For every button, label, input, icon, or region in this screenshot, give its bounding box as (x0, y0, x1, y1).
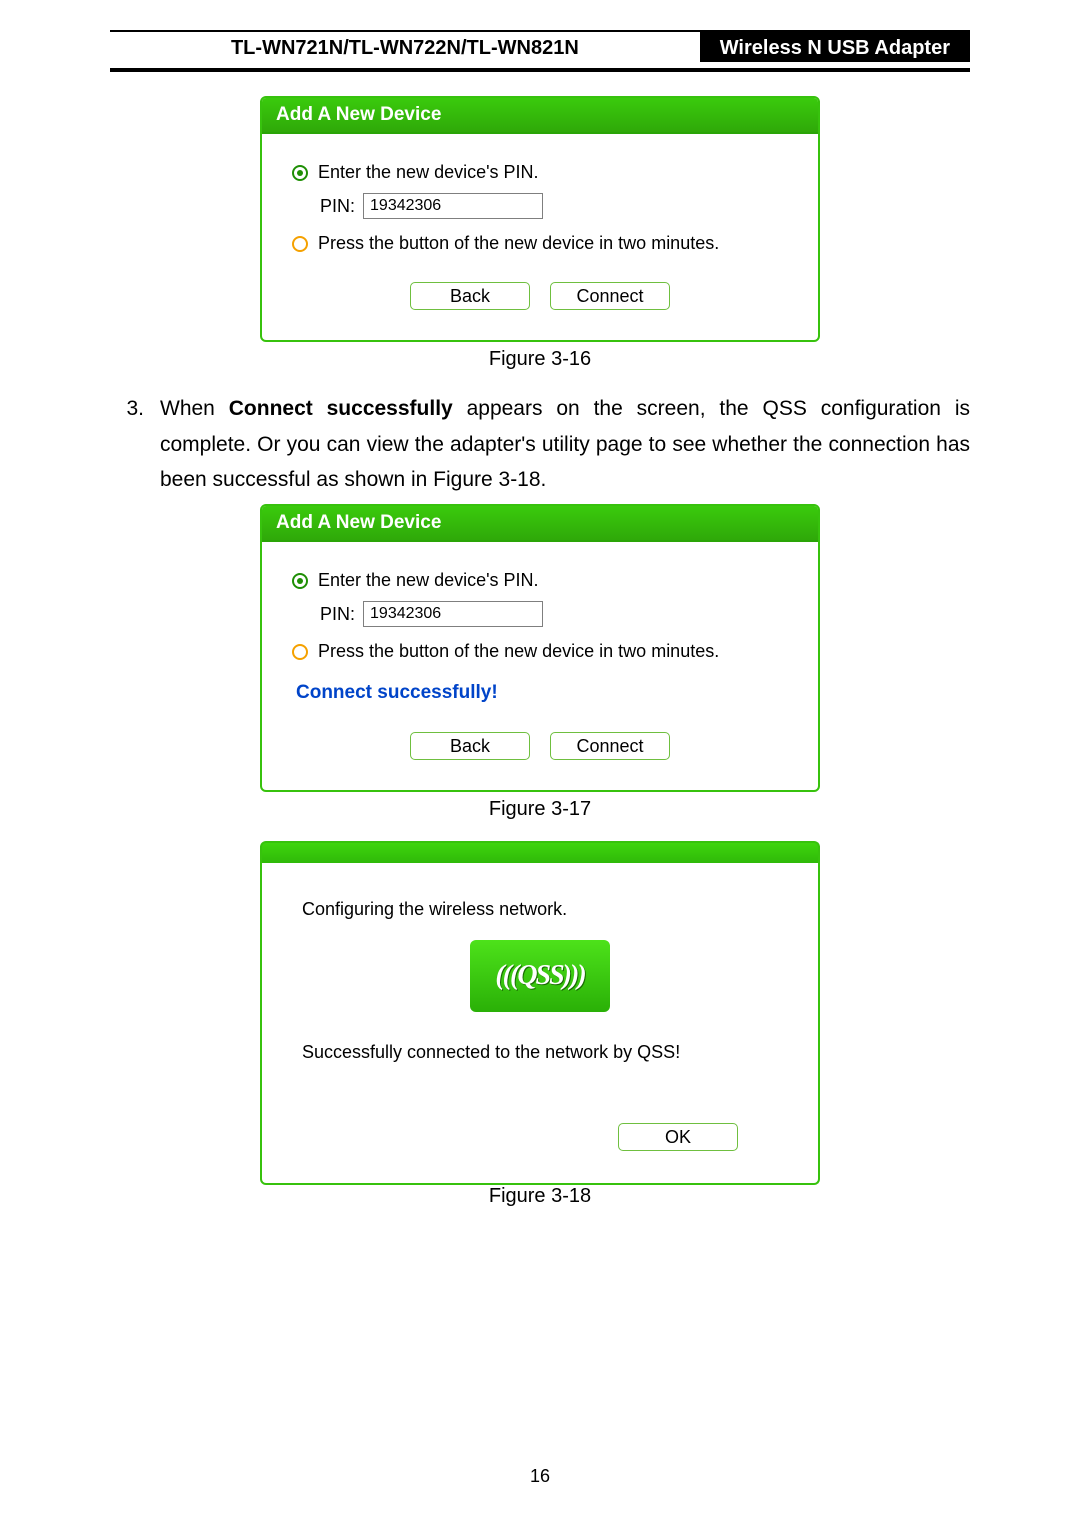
dialog-title: Add A New Device (262, 506, 818, 542)
pin-input[interactable] (363, 601, 543, 627)
back-button[interactable]: Back (410, 282, 530, 310)
model-numbers: TL-WN721N/TL-WN722N/TL-WN821N (110, 32, 700, 62)
add-device-dialog-1: Add A New Device Enter the new device's … (260, 96, 820, 342)
step-text: When Connect successfully appears on the… (160, 391, 970, 498)
connect-button[interactable]: Connect (550, 282, 670, 310)
qss-logo-icon: (((QSS))) (470, 940, 610, 1012)
document-header: TL-WN721N/TL-WN722N/TL-WN821N Wireless N… (110, 30, 970, 62)
pin-row: PIN: (320, 193, 788, 219)
pin-label: PIN: (320, 604, 355, 625)
dialog-body: Enter the new device's PIN. PIN: Press t… (262, 542, 818, 790)
dialog-top-bar (260, 841, 820, 863)
radio-label: Press the button of the new device in tw… (318, 233, 719, 254)
add-device-dialog-2: Add A New Device Enter the new device's … (260, 504, 820, 792)
radio-icon-selected (292, 165, 308, 181)
radio-icon-unselected (292, 644, 308, 660)
radio-enter-pin[interactable]: Enter the new device's PIN. (292, 162, 788, 183)
radio-label: Enter the new device's PIN. (318, 570, 539, 591)
figure-caption: Figure 3-17 (110, 798, 970, 821)
qss-body: Configuring the wireless network. (((QSS… (260, 863, 820, 1185)
radio-label: Enter the new device's PIN. (318, 162, 539, 183)
dialog-body: Enter the new device's PIN. PIN: Press t… (262, 134, 818, 340)
connect-button[interactable]: Connect (550, 732, 670, 760)
header-divider (110, 68, 970, 72)
ok-button[interactable]: OK (618, 1123, 738, 1151)
radio-icon-selected (292, 573, 308, 589)
ok-row: OK (302, 1123, 778, 1175)
qss-dialog: Configuring the wireless network. (((QSS… (110, 841, 970, 1185)
radio-label: Press the button of the new device in tw… (318, 641, 719, 662)
connected-text: Successfully connected to the network by… (302, 1042, 778, 1063)
figure-caption: Figure 3-16 (110, 348, 970, 371)
qss-logo-text: (((QSS))) (495, 960, 584, 992)
back-button[interactable]: Back (410, 732, 530, 760)
radio-press-button[interactable]: Press the button of the new device in tw… (292, 233, 788, 254)
configuring-text: Configuring the wireless network. (302, 899, 778, 920)
radio-press-button[interactable]: Press the button of the new device in tw… (292, 641, 788, 662)
step-3: 3. When Connect successfully appears on … (110, 391, 970, 498)
dialog-buttons: Back Connect (292, 714, 788, 770)
pin-input[interactable] (363, 193, 543, 219)
pin-row: PIN: (320, 601, 788, 627)
figure-caption: Figure 3-18 (110, 1185, 970, 1208)
page-number: 16 (0, 1466, 1080, 1487)
list-number: 3. (110, 391, 160, 498)
radio-icon-unselected (292, 236, 308, 252)
dialog-title: Add A New Device (262, 98, 818, 134)
pin-label: PIN: (320, 196, 355, 217)
qss-logo-wrap: (((QSS))) (302, 940, 778, 1012)
radio-enter-pin[interactable]: Enter the new device's PIN. (292, 570, 788, 591)
connect-success-message: Connect successfully! (296, 682, 788, 704)
product-name: Wireless N USB Adapter (700, 32, 970, 62)
dialog-buttons: Back Connect (292, 264, 788, 320)
page: TL-WN721N/TL-WN722N/TL-WN821N Wireless N… (0, 0, 1080, 1208)
